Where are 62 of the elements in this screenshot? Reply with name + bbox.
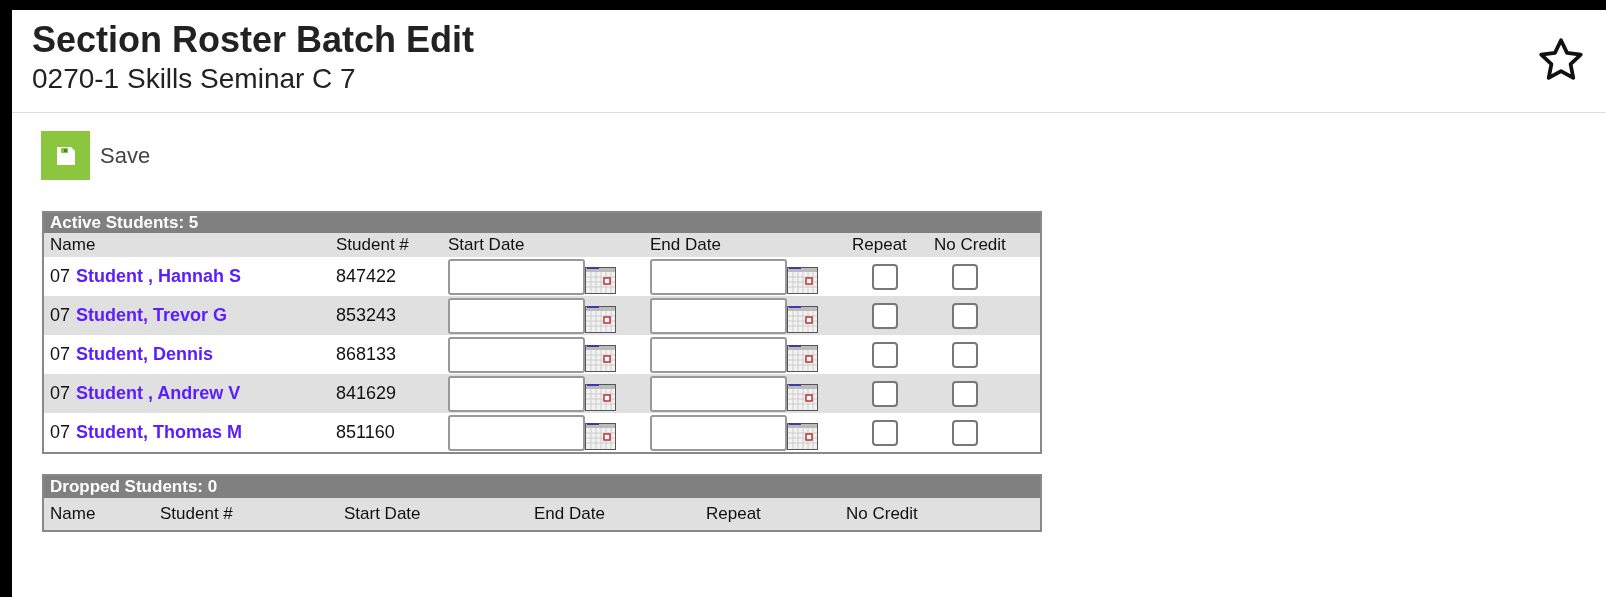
end-date-field[interactable] <box>650 375 787 412</box>
student-name-link[interactable]: Student , Hannah S <box>76 263 242 290</box>
calendar-icon[interactable] <box>585 342 617 373</box>
column-header: Repeat <box>852 235 907 255</box>
end-date-field[interactable] <box>650 414 787 451</box>
calendar-icon[interactable] <box>585 303 617 334</box>
column-header: No Credit <box>934 235 1006 255</box>
page-subtitle: 0270-1 Skills Seminar C 7 <box>32 62 357 96</box>
column-header: Start Date <box>448 235 525 255</box>
student-number: 851160 <box>336 422 395 442</box>
student-number: 847422 <box>336 266 397 286</box>
column-header: Student # <box>160 504 233 524</box>
column-header: Student # <box>336 235 409 255</box>
checkbox[interactable] <box>952 341 978 368</box>
checkbox[interactable] <box>872 341 898 368</box>
end-date-field[interactable] <box>650 336 787 373</box>
checkbox[interactable] <box>872 302 898 329</box>
calendar-icon[interactable] <box>787 264 819 295</box>
student-name-link[interactable]: Student , Andrew V <box>76 380 241 407</box>
column-header: End Date <box>650 235 721 255</box>
start-date-field[interactable] <box>448 375 585 412</box>
checkbox[interactable] <box>872 380 898 407</box>
student-name-link[interactable]: Student, Trevor G <box>76 302 228 329</box>
grade-label: 07 <box>50 265 71 288</box>
calendar-icon[interactable] <box>585 420 617 451</box>
calendar-icon[interactable] <box>787 381 819 412</box>
start-date-field[interactable] <box>448 336 585 373</box>
start-date-field[interactable] <box>448 258 585 295</box>
calendar-icon[interactable] <box>787 342 819 373</box>
checkbox[interactable] <box>872 263 898 290</box>
grade-label: 07 <box>50 421 71 444</box>
column-header: Name <box>50 235 96 255</box>
calendar-icon[interactable] <box>585 381 617 412</box>
calendar-icon[interactable] <box>585 264 617 295</box>
checkbox[interactable] <box>952 302 978 329</box>
student-number: 853243 <box>336 305 397 325</box>
column-header: End Date <box>534 504 605 524</box>
checkbox[interactable] <box>952 419 978 446</box>
student-name-link[interactable]: Student, Thomas M <box>76 419 243 446</box>
grade-label: 07 <box>50 343 71 366</box>
student-number: 841629 <box>336 383 397 403</box>
column-header: Start Date <box>344 504 421 524</box>
column-header: No Credit <box>846 504 918 524</box>
end-date-field[interactable] <box>650 297 787 334</box>
start-date-field[interactable] <box>448 297 585 334</box>
start-date-field[interactable] <box>448 414 585 451</box>
calendar-icon[interactable] <box>787 420 819 451</box>
save-label[interactable]: Save <box>100 139 151 172</box>
student-name-link[interactable]: Student, Dennis <box>76 341 214 368</box>
page-title: Section Roster Batch Edit <box>32 18 475 62</box>
column-header: Name <box>50 504 96 524</box>
table-title: Active Students: 5 <box>44 213 1040 233</box>
checkbox[interactable] <box>952 380 978 407</box>
checkbox[interactable] <box>952 263 978 290</box>
calendar-icon[interactable] <box>787 303 819 334</box>
checkbox[interactable] <box>872 419 898 446</box>
column-header: Repeat <box>706 504 761 524</box>
grade-label: 07 <box>50 382 71 405</box>
student-number: 868133 <box>336 344 397 364</box>
end-date-field[interactable] <box>650 258 787 295</box>
table-title: Dropped Students: 0 <box>44 476 1040 498</box>
grade-label: 07 <box>50 304 71 327</box>
